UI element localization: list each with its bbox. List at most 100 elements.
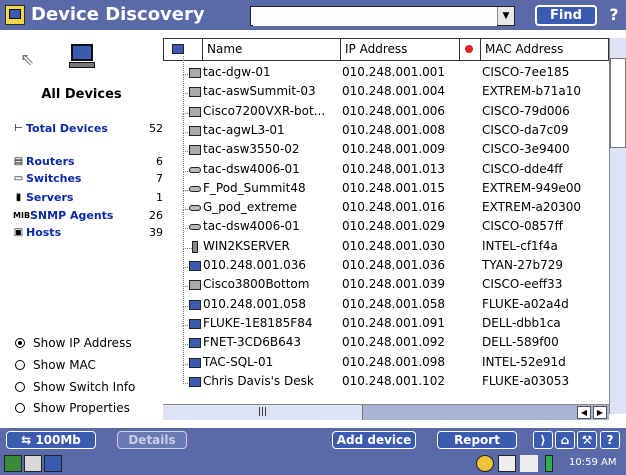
column-header-mac-address[interactable]: MAC Address [480,38,609,61]
ip-address: 010.248.001.036 [342,258,446,272]
device-name: F_Pod_Summit48 [203,180,306,195]
table-row[interactable]: tac-aswSummit-03 010.248.001.004 EXTREM-b7… [163,75,609,102]
help-pointer-icon[interactable]: ? [604,4,624,26]
category-snmp-agents[interactable]: MIB SNMP Agents 26 [13,209,163,224]
scroll-left-icon[interactable]: ◀ [577,406,591,419]
table-row[interactable]: tac-dsw4006-01 010.248.001.013 CISCO-dde4f… [163,152,609,180]
table-row[interactable]: Cisco3800Bottom 010.248.001.039 CISCO-eeff… [163,268,609,295]
table-row[interactable]: tac-agwL3-01 010.248.001.008 CISCO-da7c09 [163,113,609,141]
column-header-ip-address[interactable]: IP Address [340,38,460,61]
search-input[interactable] [253,8,497,26]
category-servers[interactable]: ▮ Servers 1 [13,191,163,206]
ip-address: 010.248.001.092 [342,335,446,350]
find-button[interactable]: Find [535,5,597,26]
device-name: tac-dsw4006-01 [203,219,300,234]
radio-icon[interactable] [15,382,25,392]
clipboard-icon[interactable] [498,455,516,472]
device-name: WIN2KSERVER [203,238,290,253]
speed-button[interactable]: ⇆ 100Mb [6,431,96,449]
table-row[interactable]: WIN2KSERVER 010.248.001.030 INTEL-cf1f4a [163,229,609,257]
mac-address: FLUKE-a02a4d [482,296,569,311]
category-total-devices[interactable]: ⊢ Total Devices 52 [13,122,163,137]
device-name: TAC-SQL-01 [203,354,274,369]
ip-address: 010.248.001.001 [342,65,446,79]
mac-address: DELL-dbb1ca [482,315,561,330]
device-name: FNET-3CD6B643 [203,335,302,350]
table-row[interactable]: Chris Davis's Desk 010.248.001.102 FLUKE-a… [163,364,609,392]
table-row[interactable]: FLUKE-1E8185F84 010.248.001.091 DELL-dbb1c… [163,306,609,334]
report-button[interactable]: Report [437,431,517,449]
battery-icon [545,455,553,472]
device-name: tac-dsw4006-01 [203,161,300,176]
option-show-properties[interactable]: Show Properties [15,401,130,417]
radio-icon[interactable] [15,338,25,348]
mac-address: TYAN-27b729 [482,258,564,272]
table-row[interactable]: FNET-3CD6B643 010.248.001.092 DELL-589f00 [163,326,609,353]
device-table: Name IP Address MAC Address tac-dgw-01 01… [163,38,609,414]
search-field[interactable]: ▼ [250,6,515,26]
mac-address: EXTREM-a20300 [482,200,582,215]
computer-icon[interactable] [69,44,95,68]
bottom-toolbar: ⇆ 100Mb Details Add device Report ⟩ ⌂ ⚒ … [0,428,626,452]
host-icon [189,376,201,387]
search-dropdown-icon[interactable]: ▼ [497,7,514,25]
ip-address: 010.248.001.058 [342,296,446,311]
column-header-name[interactable]: Name [202,38,341,61]
vertical-scroll-thumb[interactable] [610,58,626,148]
device-name: Cisco7200VXR-bot... [203,103,326,118]
device-name: 010.248.001.036 [203,258,307,272]
tree-icon: ⊢ [14,123,23,134]
table-row[interactable]: G_pod_extreme 010.248.001.016 EXTREM-a2030… [163,191,609,218]
network-status-icon[interactable] [476,455,494,472]
mac-address: EXTREM-b71a10 [482,84,582,99]
help-button[interactable]: ? [600,431,620,449]
keyboard-icon[interactable] [24,455,42,472]
mac-address: CISCO-3e9400 [482,142,570,157]
table-row[interactable]: 010.248.001.058 010.248.001.058 FLUKE-a02a… [163,287,609,315]
ip-address: 010.248.001.004 [342,84,446,99]
horizontal-scrollbar[interactable]: ||| ◀ ▶ [163,404,609,420]
radio-icon[interactable] [15,360,25,370]
horizontal-scroll-thumb[interactable]: ||| [163,405,363,420]
scroll-right-icon[interactable]: ▶ [593,406,607,419]
cursor-icon[interactable]: ⇖ [20,50,34,70]
table-row[interactable]: TAC-SQL-01 010.248.001.098 INTEL-52e91d [163,345,609,373]
host-icon [172,44,184,54]
mac-address: CISCO-eeff33 [482,277,563,292]
ip-address: 010.248.001.030 [342,238,446,253]
ip-address: 010.248.001.013 [342,161,446,176]
mac-address: INTEL-52e91d [482,354,566,369]
device-name: tac-agwL3-01 [203,122,285,137]
category-hosts[interactable]: ▣ Hosts 39 [13,226,163,241]
vertical-scrollbar[interactable] [609,38,626,414]
mac-address: DELL-589f00 [482,335,559,350]
category-routers[interactable]: ▤ Routers 6 [13,155,163,170]
back-icon[interactable]: ⟩ [533,431,553,449]
table-row[interactable]: 010.248.001.036 010.248.001.036 TYAN-27b72… [163,249,609,276]
add-device-button[interactable]: Add device [332,431,416,449]
device-name: Cisco3800Bottom [203,277,310,292]
tools-icon[interactable]: ⚒ [577,431,597,449]
category-switches[interactable]: ▭ Switches 7 [13,172,163,187]
option-show-ip-address[interactable]: Show IP Address [15,336,132,352]
left-panel: ⇖ All Devices ⊢ Total Devices 52 ▤ Route… [0,30,163,428]
column-filter-icon[interactable] [459,38,481,61]
app-icon[interactable] [5,5,25,25]
table-row[interactable]: tac-dsw4006-01 010.248.001.029 CISCO-0857f… [163,210,609,237]
details-button[interactable]: Details [117,431,187,449]
ip-address: 010.248.001.098 [342,354,446,369]
ip-address: 010.248.001.016 [342,200,446,215]
option-show-switch-info[interactable]: Show Switch Info [15,380,135,396]
mib-icon: MIB [13,211,31,220]
device-name: tac-dgw-01 [203,65,271,79]
home-icon[interactable]: ⌂ [555,431,575,449]
table-row[interactable]: tac-dgw-01 010.248.001.001 CISCO-7ee185 [163,56,609,83]
speaker-icon[interactable] [520,455,538,472]
radio-icon[interactable] [15,403,25,413]
table-row[interactable]: F_Pod_Summit48 010.248.001.015 EXTREM-949e… [163,171,609,199]
start-icon[interactable] [4,455,22,472]
table-row[interactable]: tac-asw3550-02 010.248.001.009 CISCO-3e940… [163,133,609,160]
table-row[interactable]: Cisco7200VXR-bot... 010.248.001.006 CISCO-… [163,94,609,122]
window-icon[interactable] [44,455,62,472]
option-show-mac[interactable]: Show MAC [15,358,96,374]
